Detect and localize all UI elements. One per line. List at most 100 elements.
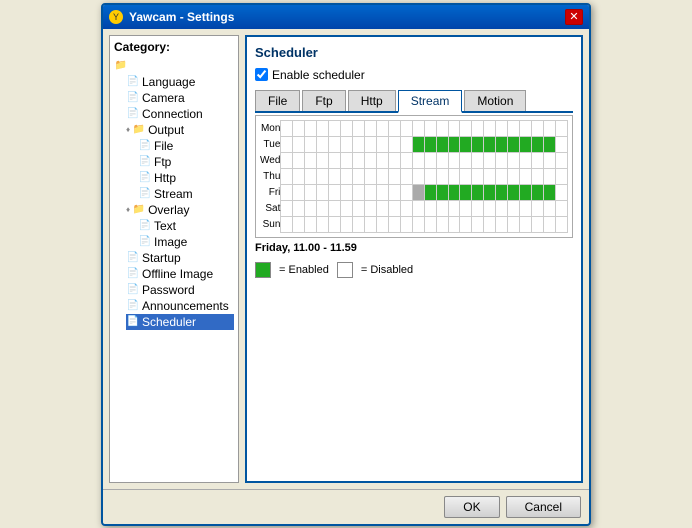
- grid-cell-tue-14[interactable]: [448, 136, 460, 152]
- grid-cell-fri-9[interactable]: [388, 184, 400, 200]
- sidebar-item-password[interactable]: 📄 Password: [126, 282, 234, 298]
- grid-cell-mon-5[interactable]: [341, 120, 353, 136]
- grid-cell-fri-0[interactable]: [281, 184, 293, 200]
- sidebar-item-stream[interactable]: 📄 Stream: [138, 186, 234, 202]
- sidebar-item-language[interactable]: 📄 Language: [126, 74, 234, 90]
- grid-cell-thu-19[interactable]: [508, 168, 520, 184]
- grid-cell-tue-10[interactable]: [400, 136, 412, 152]
- grid-cell-thu-17[interactable]: [484, 168, 496, 184]
- grid-cell-thu-1[interactable]: [293, 168, 305, 184]
- grid-cell-sat-14[interactable]: [448, 200, 460, 216]
- grid-cell-wed-22[interactable]: [544, 152, 556, 168]
- grid-cell-thu-2[interactable]: [305, 168, 317, 184]
- grid-cell-tue-2[interactable]: [305, 136, 317, 152]
- sidebar-item-image[interactable]: 📄 Image: [138, 234, 234, 250]
- grid-cell-sun-6[interactable]: [353, 216, 365, 232]
- grid-cell-mon-9[interactable]: [388, 120, 400, 136]
- grid-cell-mon-16[interactable]: [472, 120, 484, 136]
- grid-cell-sat-1[interactable]: [293, 200, 305, 216]
- grid-cell-wed-1[interactable]: [293, 152, 305, 168]
- grid-cell-fri-8[interactable]: [376, 184, 388, 200]
- grid-cell-sun-17[interactable]: [484, 216, 496, 232]
- grid-cell-thu-20[interactable]: [520, 168, 532, 184]
- grid-cell-mon-8[interactable]: [376, 120, 388, 136]
- grid-cell-sun-16[interactable]: [472, 216, 484, 232]
- grid-cell-tue-15[interactable]: [460, 136, 472, 152]
- grid-cell-thu-5[interactable]: [341, 168, 353, 184]
- grid-cell-fri-20[interactable]: [520, 184, 532, 200]
- grid-cell-fri-16[interactable]: [472, 184, 484, 200]
- grid-cell-sun-20[interactable]: [520, 216, 532, 232]
- grid-cell-sat-9[interactable]: [388, 200, 400, 216]
- grid-cell-mon-6[interactable]: [353, 120, 365, 136]
- grid-cell-sun-21[interactable]: [532, 216, 544, 232]
- tab-http[interactable]: Http: [348, 90, 396, 111]
- grid-cell-mon-0[interactable]: [281, 120, 293, 136]
- sidebar-item-connection[interactable]: 📄 Connection: [126, 106, 234, 122]
- grid-cell-mon-17[interactable]: [484, 120, 496, 136]
- grid-cell-wed-16[interactable]: [472, 152, 484, 168]
- grid-cell-fri-10[interactable]: [400, 184, 412, 200]
- grid-cell-mon-22[interactable]: [544, 120, 556, 136]
- grid-cell-wed-3[interactable]: [317, 152, 329, 168]
- grid-cell-wed-19[interactable]: [508, 152, 520, 168]
- grid-cell-wed-15[interactable]: [460, 152, 472, 168]
- sidebar-item-ftp[interactable]: 📄 Ftp: [138, 154, 234, 170]
- grid-cell-thu-7[interactable]: [364, 168, 376, 184]
- grid-cell-sun-7[interactable]: [364, 216, 376, 232]
- sidebar-item-scheduler[interactable]: 📄 Scheduler: [126, 314, 234, 330]
- grid-cell-sun-5[interactable]: [341, 216, 353, 232]
- grid-cell-sat-11[interactable]: [412, 200, 424, 216]
- enable-scheduler-checkbox[interactable]: [255, 68, 268, 81]
- grid-cell-tue-18[interactable]: [496, 136, 508, 152]
- grid-cell-thu-12[interactable]: [424, 168, 436, 184]
- grid-cell-fri-23[interactable]: [555, 184, 567, 200]
- grid-cell-sat-23[interactable]: [555, 200, 567, 216]
- grid-cell-thu-23[interactable]: [555, 168, 567, 184]
- grid-cell-sat-18[interactable]: [496, 200, 508, 216]
- grid-cell-tue-16[interactable]: [472, 136, 484, 152]
- grid-cell-wed-4[interactable]: [329, 152, 341, 168]
- grid-cell-sat-19[interactable]: [508, 200, 520, 216]
- grid-cell-sun-18[interactable]: [496, 216, 508, 232]
- sidebar-item-announcements[interactable]: 📄 Announcements: [126, 298, 234, 314]
- grid-cell-tue-6[interactable]: [353, 136, 365, 152]
- grid-cell-fri-7[interactable]: [364, 184, 376, 200]
- grid-cell-thu-3[interactable]: [317, 168, 329, 184]
- grid-cell-wed-17[interactable]: [484, 152, 496, 168]
- grid-cell-tue-1[interactable]: [293, 136, 305, 152]
- grid-cell-wed-7[interactable]: [364, 152, 376, 168]
- grid-cell-sat-20[interactable]: [520, 200, 532, 216]
- tab-file[interactable]: File: [255, 90, 300, 111]
- grid-cell-wed-5[interactable]: [341, 152, 353, 168]
- grid-cell-fri-14[interactable]: [448, 184, 460, 200]
- grid-cell-tue-7[interactable]: [364, 136, 376, 152]
- grid-cell-fri-18[interactable]: [496, 184, 508, 200]
- sidebar-item-file[interactable]: 📄 File: [138, 138, 234, 154]
- grid-cell-mon-3[interactable]: [317, 120, 329, 136]
- grid-cell-mon-23[interactable]: [555, 120, 567, 136]
- grid-cell-tue-22[interactable]: [544, 136, 556, 152]
- enable-scheduler-label[interactable]: Enable scheduler: [272, 68, 365, 82]
- grid-cell-sun-22[interactable]: [544, 216, 556, 232]
- grid-cell-fri-15[interactable]: [460, 184, 472, 200]
- sidebar-item-overlay[interactable]: ♦ 📁 Overlay: [126, 202, 234, 218]
- grid-cell-mon-13[interactable]: [436, 120, 448, 136]
- grid-cell-sun-8[interactable]: [376, 216, 388, 232]
- grid-cell-wed-0[interactable]: [281, 152, 293, 168]
- grid-cell-wed-11[interactable]: [412, 152, 424, 168]
- grid-cell-sun-13[interactable]: [436, 216, 448, 232]
- grid-cell-sat-3[interactable]: [317, 200, 329, 216]
- tab-motion[interactable]: Motion: [464, 90, 526, 111]
- sidebar-item-root[interactable]: 📁: [114, 58, 234, 74]
- grid-cell-sat-2[interactable]: [305, 200, 317, 216]
- grid-cell-mon-20[interactable]: [520, 120, 532, 136]
- sidebar-item-startup[interactable]: 📄 Startup: [126, 250, 234, 266]
- grid-cell-sat-15[interactable]: [460, 200, 472, 216]
- grid-cell-fri-21[interactable]: [532, 184, 544, 200]
- grid-cell-fri-22[interactable]: [544, 184, 556, 200]
- grid-cell-thu-13[interactable]: [436, 168, 448, 184]
- grid-cell-fri-12[interactable]: [424, 184, 436, 200]
- grid-cell-tue-8[interactable]: [376, 136, 388, 152]
- grid-cell-sat-12[interactable]: [424, 200, 436, 216]
